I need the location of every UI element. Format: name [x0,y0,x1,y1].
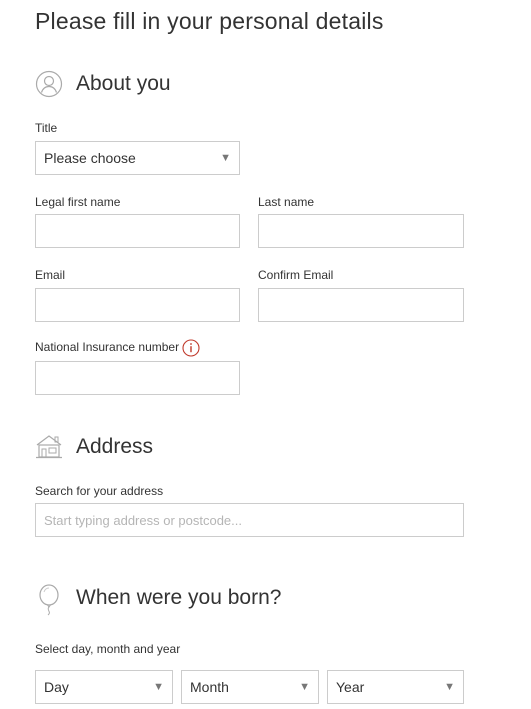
birth-header: When were you born? [35,584,282,616]
address-heading: Address [76,435,154,458]
month-select-value: Month [190,679,229,695]
chevron-down-icon: ▼ [444,681,455,693]
first-name-label: Legal first name [35,195,121,209]
about-you-heading: About you [76,72,171,95]
ni-number-label: National Insurance number [35,340,180,355]
first-name-field[interactable] [36,215,239,247]
email-label: Email [35,268,66,282]
ni-number-field[interactable] [36,362,239,394]
chevron-down-icon: ▼ [299,681,310,693]
title-select-value: Please choose [44,150,136,166]
first-name-field-box [35,214,240,248]
address-search-label: Search for your address [35,484,164,498]
dob-label: Select day, month and year [35,642,181,656]
address-header: Address [35,433,153,461]
title-label: Title [35,121,58,135]
email-field[interactable] [36,289,239,321]
confirm-email-field-box [258,288,464,322]
email-field-box [35,288,240,322]
title-select[interactable]: Please choose ▼ [35,141,240,175]
about-you-header: About you [35,70,171,98]
chevron-down-icon: ▼ [220,152,231,164]
page-title: Please fill in your personal details [35,8,384,34]
confirm-email-label: Confirm Email [258,268,334,282]
address-search-box [35,503,464,537]
address-search-input[interactable] [36,504,463,536]
last-name-field[interactable] [259,215,463,247]
chevron-down-icon: ▼ [153,681,164,693]
user-icon [35,70,63,98]
last-name-label: Last name [258,195,315,209]
balloon-icon [35,584,63,616]
house-icon [35,433,63,461]
year-select-value: Year [336,679,365,695]
day-select-value: Day [44,679,69,695]
ni-number-field-box [35,361,240,395]
day-select[interactable]: Day ▼ [35,670,173,704]
last-name-field-box [258,214,464,248]
birth-heading: When were you born? [76,586,282,609]
ni-number-label-row: National Insurance number [35,339,200,357]
confirm-email-field[interactable] [259,289,463,321]
info-icon[interactable] [182,339,200,357]
year-select[interactable]: Year ▼ [327,670,464,704]
month-select[interactable]: Month ▼ [181,670,319,704]
